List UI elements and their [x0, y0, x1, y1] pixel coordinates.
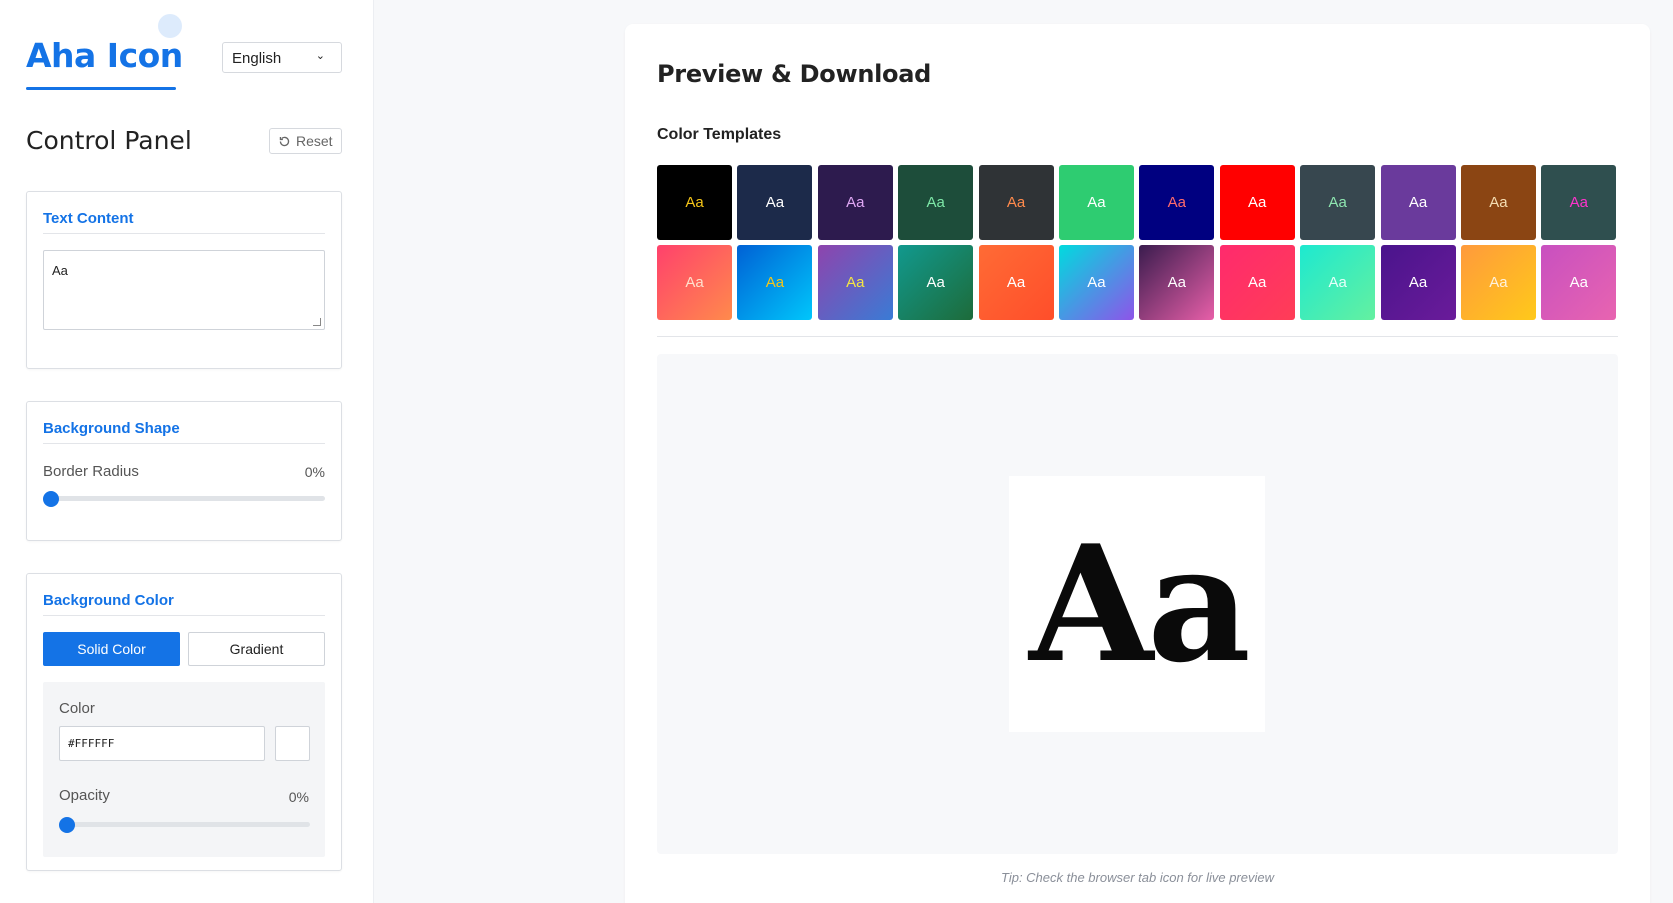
sidebar: Aha Icon English ⌄ Control Panel Reset T… [0, 0, 374, 903]
resize-handle-icon[interactable] [313, 318, 321, 326]
color-template-tile[interactable]: Aa [657, 165, 732, 240]
color-template-label: Aa [1006, 274, 1026, 291]
color-template-label: Aa [1248, 274, 1267, 291]
color-template-tile[interactable]: Aa [1219, 165, 1295, 240]
language-select[interactable]: English ⌄ [222, 42, 342, 73]
color-template-label: Aa [1569, 194, 1588, 211]
color-template-tile[interactable]: Aa [1300, 245, 1376, 320]
color-template-label: Aa [1248, 194, 1267, 211]
color-template-label: Aa [1087, 194, 1106, 211]
preview-canvas: Aa [657, 354, 1618, 854]
color-template-label: Aa [1328, 274, 1347, 291]
preview-title: Preview & Download [657, 60, 932, 88]
color-template-tile[interactable]: Aa [1380, 165, 1456, 240]
color-template-label: Aa [846, 194, 865, 211]
divider [657, 336, 1618, 337]
color-template-tile[interactable]: Aa [1300, 165, 1376, 240]
color-template-label: Aa [1006, 194, 1026, 211]
color-template-tile[interactable]: Aa [817, 165, 893, 240]
color-template-tile[interactable]: Aa [1219, 245, 1295, 320]
background-color-title: Background Color [43, 592, 174, 609]
border-radius-slider-handle[interactable] [43, 491, 59, 507]
color-template-label: Aa [765, 194, 785, 211]
app-logo: Aha Icon [26, 36, 183, 75]
color-picker-swatch[interactable] [275, 726, 310, 761]
control-panel-title: Control Panel [26, 126, 192, 155]
color-template-label: Aa [1489, 274, 1508, 291]
color-template-tile[interactable]: Aa [978, 245, 1054, 320]
color-template-label: Aa [1087, 274, 1106, 291]
color-settings-panel: Color #FFFFFF Opacity 0% [43, 682, 325, 857]
color-template-tile[interactable]: Aa [817, 245, 893, 320]
color-template-tile[interactable]: Aa [1139, 165, 1215, 240]
background-color-card: Background Color Solid Color Gradient Co… [26, 573, 342, 871]
color-templates-title: Color Templates [657, 126, 782, 143]
reset-icon [279, 136, 290, 146]
icon-preview-text: Aa [1029, 510, 1251, 698]
text-content-value: Aa [52, 263, 68, 278]
language-select-value: English [232, 50, 282, 67]
color-template-label: Aa [926, 274, 945, 291]
border-radius-value: 0% [304, 464, 325, 480]
color-template-tile[interactable]: Aa [657, 245, 732, 320]
logo-underline [26, 87, 176, 90]
color-hex-input[interactable]: #FFFFFF [59, 726, 265, 761]
chevron-down-icon: ⌄ [315, 50, 325, 62]
divider [43, 615, 325, 616]
color-template-tile[interactable]: Aa [1058, 245, 1134, 320]
color-template-label: Aa [765, 274, 785, 291]
color-template-tile[interactable]: Aa [1460, 245, 1536, 320]
color-template-label: Aa [1489, 194, 1508, 211]
color-templates-grid: Aa Aa Aa Aa Aa Aa Aa Aa Aa Aa Aa Aa Aa Aa Aa Aa Aa Aa Aa Aa… [657, 165, 1621, 320]
divider [43, 233, 325, 234]
opacity-slider[interactable] [59, 822, 310, 827]
color-template-tile[interactable]: Aa [1139, 245, 1215, 320]
color-template-label: Aa [1167, 274, 1187, 291]
color-template-label: Aa [1167, 194, 1187, 211]
solid-color-button[interactable]: Solid Color [43, 632, 180, 666]
color-template-label: Aa [846, 274, 865, 291]
gradient-button[interactable]: Gradient [188, 632, 325, 666]
divider [43, 443, 325, 444]
logo-decoration [158, 14, 182, 38]
color-template-label: Aa [685, 274, 704, 291]
color-template-label: Aa [926, 194, 945, 211]
opacity-label: Opacity [59, 787, 110, 804]
color-template-tile[interactable]: Aa [1460, 165, 1536, 240]
text-content-input[interactable]: Aa [43, 250, 325, 330]
color-template-label: Aa [1569, 274, 1588, 291]
color-template-tile[interactable]: Aa [978, 165, 1054, 240]
reset-button[interactable]: Reset [269, 128, 342, 154]
text-content-title: Text Content [43, 210, 134, 227]
reset-label: Reset [296, 133, 333, 149]
color-template-label: Aa [1408, 274, 1428, 291]
color-label: Color [59, 700, 95, 717]
border-radius-slider[interactable] [43, 496, 325, 501]
text-content-card: Text Content Aa [26, 191, 342, 369]
icon-preview: Aa [1009, 476, 1265, 732]
color-template-tile[interactable]: Aa [898, 165, 974, 240]
color-template-label: Aa [1408, 194, 1428, 211]
background-shape-title: Background Shape [43, 420, 180, 437]
preview-panel: Preview & Download Color Templates Aa Aa A… [625, 24, 1650, 903]
color-template-label: Aa [685, 194, 704, 211]
color-template-tile[interactable]: Aa [898, 245, 974, 320]
color-template-label: Aa [1328, 194, 1347, 211]
border-radius-label: Border Radius [43, 463, 139, 480]
color-template-tile[interactable]: Aa [1380, 245, 1456, 320]
tip-text: Tip: Check the browser tab icon for live… [1001, 870, 1274, 885]
color-template-tile[interactable]: Aa [1541, 165, 1617, 240]
color-template-tile[interactable]: Aa [737, 245, 813, 320]
background-shape-card: Background Shape Border Radius 0% [26, 401, 342, 541]
color-template-tile[interactable]: Aa [1058, 165, 1134, 240]
color-template-tile[interactable]: Aa [737, 165, 813, 240]
opacity-slider-handle[interactable] [59, 817, 75, 833]
color-template-tile[interactable]: Aa [1541, 245, 1617, 320]
opacity-value: 0% [288, 789, 309, 805]
